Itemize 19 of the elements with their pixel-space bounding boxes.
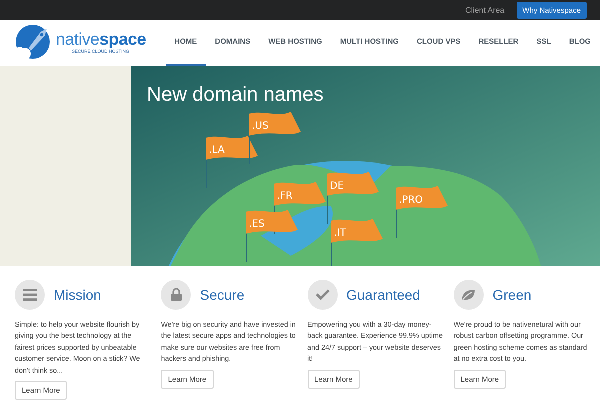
brand-name: nativespace [56, 31, 146, 48]
leaf-icon [461, 288, 476, 300]
flag-drawing: DE [327, 172, 379, 224]
flag-drawing: .FR [274, 182, 326, 234]
flag-drawing: .US [249, 112, 301, 164]
feature-title: Secure [200, 286, 245, 302]
feature-title: Green [492, 286, 532, 302]
flag-drawing: .PRO [396, 186, 448, 238]
lock-icon [170, 288, 182, 301]
banner-heading: New domain names [147, 84, 324, 106]
feature-title: Guaranteed [346, 286, 420, 302]
check-icon [316, 289, 330, 300]
feature-title: Mission [54, 286, 102, 302]
client-area-link[interactable]: Client Area [466, 6, 505, 14]
menu-icon [23, 288, 37, 300]
rocket-logo-icon [15, 24, 53, 62]
flag-drawing: .LA [206, 136, 258, 188]
flag-drawing: .ES [246, 210, 298, 262]
flag-drawing: .IT [331, 218, 383, 266]
